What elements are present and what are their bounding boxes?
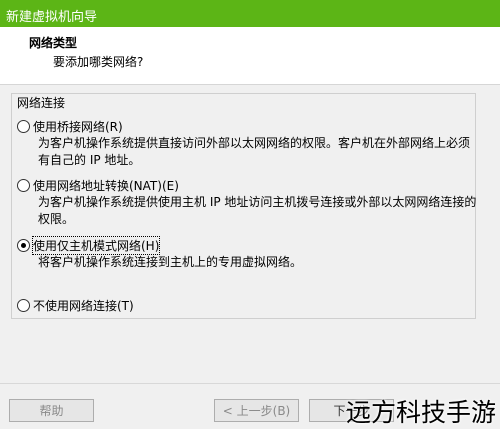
help-button[interactable]: 帮助 [9, 399, 94, 422]
group-label: 网络连接 [15, 94, 68, 111]
wizard-header: 网络类型 要添加哪类网络? [0, 27, 500, 85]
page-title: 网络类型 [29, 36, 78, 50]
window-title: 新建虚拟机向导 [6, 10, 98, 25]
option-host-only-desc: 将客户机操作系统连接到主机上的专用虚拟网络。 [38, 255, 303, 269]
option-no-network-label[interactable]: 不使用网络连接(T) [33, 297, 134, 314]
radio-nat[interactable] [17, 179, 30, 192]
option-nat-desc: 为客户机操作系统提供使用主机 IP 地址访问主机拨号连接或外部以太网网络连接的权… [38, 195, 477, 226]
watermark-text: 远方科技手游 [345, 398, 496, 427]
option-bridged-desc: 为客户机操作系统提供直接访问外部以太网网络的权限。客户机在外部网络上必须有自己的… [38, 136, 471, 167]
back-button[interactable]: < 上一步(B) [214, 399, 299, 422]
page-subtitle: 要添加哪类网络? [53, 55, 144, 69]
radio-host-only[interactable] [17, 239, 30, 252]
option-bridged-label[interactable]: 使用桥接网络(R) [33, 118, 123, 135]
footer-divider [0, 383, 500, 384]
option-host-only-label[interactable]: 使用仅主机模式网络(H) [31, 236, 161, 255]
option-nat-label[interactable]: 使用网络地址转换(NAT)(E) [33, 177, 179, 194]
title-bar: 新建虚拟机向导 [0, 0, 500, 27]
radio-no-network[interactable] [17, 299, 30, 312]
radio-bridged[interactable] [17, 120, 30, 133]
